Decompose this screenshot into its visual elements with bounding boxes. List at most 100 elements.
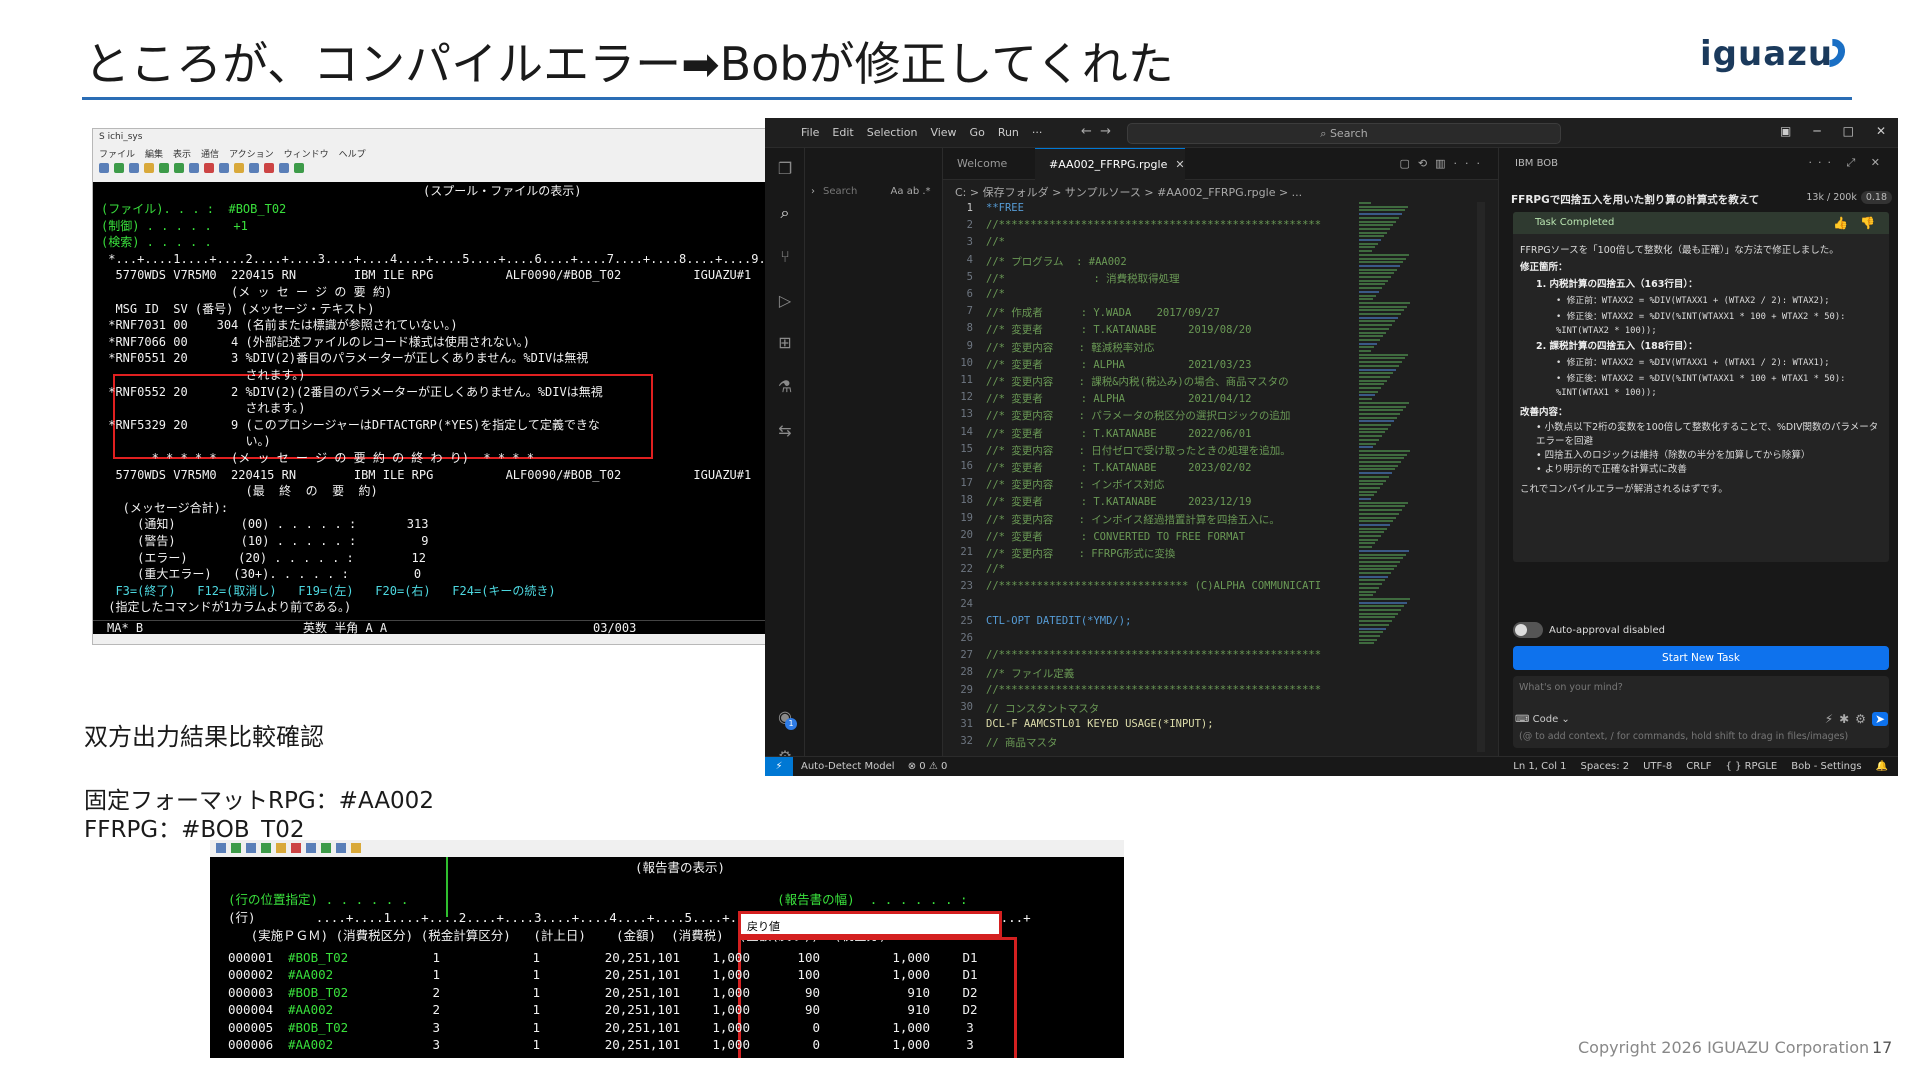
source-control-icon[interactable]: ⑂ — [776, 248, 794, 266]
terminal-menu-item[interactable]: 表示 — [173, 147, 191, 160]
toolbar-icon[interactable] — [264, 163, 274, 173]
code-line[interactable]: 7 //* 作成者 : Y.WADA 2017/09/27 — [943, 305, 1368, 322]
code-line[interactable]: 2 //*************************************… — [943, 219, 1368, 236]
code-line[interactable]: 28 //* ファイル定義 — [943, 666, 1368, 683]
extensions-icon[interactable]: ⊞ — [776, 334, 794, 352]
terminal-menu-item[interactable]: ヘルプ — [339, 147, 366, 160]
code-line[interactable]: 32 // 商品マスタ — [943, 735, 1368, 752]
nav-arrows[interactable]: ← → — [1081, 124, 1111, 139]
send-icon[interactable]: ➤ — [1871, 712, 1888, 726]
toolbar-icon[interactable] — [246, 843, 256, 853]
menu-item[interactable]: Go — [970, 126, 985, 139]
search-icon[interactable]: ⌕ — [776, 204, 794, 222]
code-line[interactable]: 13 //* 変更内容 : パラメータの税区分の選択ロジックの追加 — [943, 408, 1368, 425]
editor-actions[interactable]: ▢⟲▥··· — [1400, 157, 1489, 170]
code-line[interactable]: 16 //* 変更者 : T.KATANABE 2023/02/02 — [943, 460, 1368, 477]
code-line[interactable]: 10 //* 変更者 : ALPHA 2021/03/23 — [943, 357, 1368, 374]
toolbar-icon[interactable] — [306, 843, 316, 853]
code-line[interactable]: 22 //* — [943, 563, 1368, 580]
code-line[interactable]: 8 //* 変更者 : T.KATANABE 2019/08/20 — [943, 322, 1368, 339]
close-icon[interactable]: ✕ — [1876, 124, 1886, 138]
notifications-bell-icon[interactable]: 🔔 — [1876, 757, 1888, 776]
menu-item[interactable]: Edit — [832, 126, 853, 139]
code-line[interactable]: 4 //* プログラム : #AA002 — [943, 254, 1368, 271]
code-line[interactable]: 3 //* — [943, 236, 1368, 253]
breadcrumb[interactable]: C: > 保存フォルダ > サンプルソース > #AA002_FFRPG.rpg… — [955, 184, 1302, 200]
layout-icon[interactable]: ▣ — [1780, 124, 1791, 138]
toolbar-icon[interactable] — [261, 843, 271, 853]
code-editor[interactable]: 1 **FREE 2 //******************************… — [943, 202, 1368, 756]
toggle-switch[interactable] — [1513, 622, 1543, 638]
code-line[interactable]: 23 //****************************** (C)AL… — [943, 580, 1368, 597]
code-line[interactable]: 12 //* 変更者 : ALPHA 2021/04/12 — [943, 391, 1368, 408]
feedback-icons[interactable]: 👍 👎 — [1833, 216, 1879, 230]
terminal-menu-item[interactable]: 編集 — [145, 147, 163, 160]
menu-item[interactable]: View — [930, 126, 956, 139]
code-line[interactable]: 5 //* : 消費税取得処理 — [943, 271, 1368, 288]
code-line[interactable]: 15 //* 変更内容 : 日付ゼロで受け取ったときの処理を追加。 — [943, 443, 1368, 460]
status-problems[interactable]: ⊗ 0 ⚠ 0 — [908, 761, 948, 772]
menu-item[interactable]: ··· — [1032, 126, 1043, 139]
code-line[interactable]: 18 //* 変更者 : T.KATANABE 2023/12/19 — [943, 494, 1368, 511]
run-debug-icon[interactable]: ▷ — [776, 292, 794, 310]
toolbar-icon[interactable] — [276, 843, 286, 853]
code-line[interactable]: 14 //* 変更者 : T.KATANABE 2022/06/01 — [943, 426, 1368, 443]
toolbar-icon[interactable] — [294, 163, 304, 173]
code-line[interactable]: 27 //************************************… — [943, 649, 1368, 666]
toolbar-icon[interactable] — [129, 163, 139, 173]
auto-approval-toggle[interactable]: Auto-approval disabled — [1513, 622, 1665, 638]
editor-scrollbar[interactable] — [1477, 202, 1485, 752]
toolbar-icon[interactable] — [336, 843, 346, 853]
terminal-menu-item[interactable]: ウィンドウ — [284, 147, 329, 160]
code-line[interactable]: 6 //* — [943, 288, 1368, 305]
remote-explorer-icon[interactable]: ⇆ — [776, 422, 794, 440]
status-position[interactable]: Ln 1, Col 1 — [1513, 757, 1566, 776]
toolbar-icon[interactable] — [159, 163, 169, 173]
toolbar-icon[interactable] — [234, 163, 244, 173]
terminal-menu-item[interactable]: ファイル — [99, 147, 135, 160]
code-line[interactable]: 9 //* 変更内容 : 軽減税率対応 — [943, 340, 1368, 357]
remote-icon[interactable]: ⚡ — [765, 757, 793, 776]
bob-panel-actions[interactable]: ··· ⤢ ✕ — [1809, 156, 1887, 170]
tab-aa002-ffrpg[interactable]: #AA002_FFRPG.rpgle ✕ — [1035, 148, 1185, 180]
menu-item[interactable]: Selection — [867, 126, 918, 139]
maximize-icon[interactable]: □ — [1843, 124, 1854, 138]
chat-input-actions[interactable]: ⚡✱⚙ ➤ — [1825, 712, 1888, 726]
start-new-task-button[interactable]: Start New Task — [1513, 646, 1889, 670]
command-search-input[interactable]: ⌕ Search — [1127, 123, 1561, 144]
code-line[interactable]: 1 **FREE — [943, 202, 1368, 219]
status-model[interactable]: Auto-Detect Model — [801, 761, 895, 772]
code-line[interactable]: 19 //* 変更内容 : インボイス経過措置計算を四捨五入に。 — [943, 512, 1368, 529]
code-line[interactable]: 29 //************************************… — [943, 684, 1368, 701]
toolbar-icon[interactable] — [174, 163, 184, 173]
code-line[interactable]: 21 //* 変更内容 : FFRPG形式に変換 — [943, 546, 1368, 563]
toolbar-icon[interactable] — [99, 163, 109, 173]
status-eol[interactable]: CRLF — [1686, 757, 1711, 776]
code-line[interactable]: 17 //* 変更内容 : インボイス対応 — [943, 477, 1368, 494]
code-line[interactable]: 24 — [943, 598, 1368, 615]
code-line[interactable]: 31 DCL-F AAMCSTL01 KEYED USAGE(*INPUT); — [943, 718, 1368, 735]
close-tab-icon[interactable]: ✕ — [1175, 158, 1184, 171]
status-encoding[interactable]: UTF-8 — [1643, 757, 1672, 776]
status-settings[interactable]: Bob - Settings — [1791, 757, 1861, 776]
toolbar-icon[interactable] — [279, 163, 289, 173]
mode-selector[interactable]: ⌨ Code ⌄ — [1515, 714, 1570, 725]
terminal-menu-item[interactable]: アクション — [229, 147, 274, 160]
menu-item[interactable]: Run — [998, 126, 1019, 139]
terminal-menu-item[interactable]: 通信 — [201, 147, 219, 160]
toolbar-icon[interactable] — [249, 163, 259, 173]
toolbar-icon[interactable] — [204, 163, 214, 173]
code-line[interactable]: 11 //* 変更内容 : 課税&内税(税込み)の場合、商品マスタの — [943, 374, 1368, 391]
menu-item[interactable]: File — [801, 126, 819, 139]
toolbar-icon[interactable] — [114, 163, 124, 173]
tab-welcome[interactable]: Welcome — [943, 148, 1035, 180]
toolbar-icon[interactable] — [231, 843, 241, 853]
sidebar-search-input[interactable]: Search Aa ab .* — [823, 186, 935, 204]
explorer-icon[interactable]: ❐ — [776, 160, 794, 178]
toolbar-icon[interactable] — [219, 163, 229, 173]
toolbar-icon[interactable] — [216, 843, 226, 853]
minimap[interactable] — [1353, 202, 1425, 652]
toolbar-icon[interactable] — [189, 163, 199, 173]
toolbar-icon[interactable] — [291, 843, 301, 853]
code-line[interactable]: 25 CTL-OPT DATEDIT(*YMD/); — [943, 615, 1368, 632]
